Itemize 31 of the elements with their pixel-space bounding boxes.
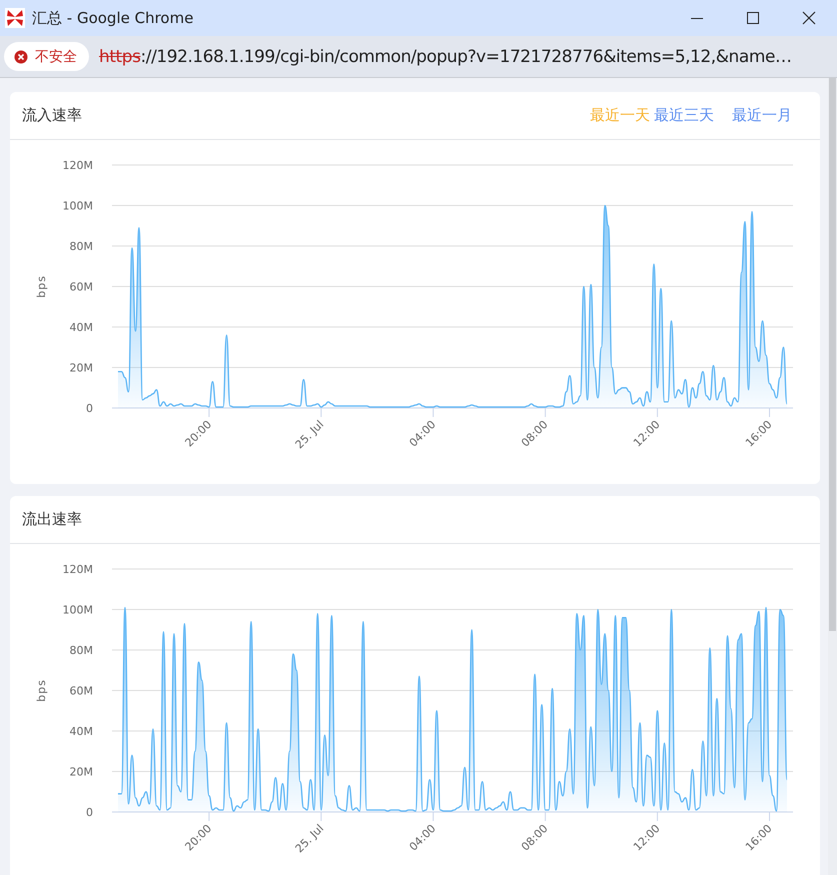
- axis-title: bps: [35, 275, 48, 298]
- range-tab[interactable]: 最近三天: [654, 106, 714, 125]
- axis-label: 0: [86, 806, 93, 819]
- url-text[interactable]: https://192.168.1.199/cgi-bin/common/popup?v=1721728776&items=5,12,&name…: [99, 46, 792, 66]
- warning-icon: [14, 50, 28, 64]
- axis-label: 25. Jul: [292, 418, 326, 452]
- axis-label: 25. Jul: [292, 822, 326, 856]
- close-icon: [802, 11, 816, 25]
- scrollbar[interactable]: [828, 78, 837, 875]
- axis-label: 60M: [70, 684, 93, 698]
- window-title: 汇总 - Google Chrome: [32, 8, 194, 28]
- axis-label: 0: [86, 402, 93, 415]
- card-title: 流出速率: [22, 510, 82, 529]
- axis-label: 80M: [70, 240, 93, 253]
- axis-label: 100M: [62, 604, 93, 616]
- axis-title: bps: [35, 679, 48, 702]
- axis-label: 40M: [70, 321, 93, 334]
- axis-label: 20M: [70, 766, 93, 778]
- security-indicator[interactable]: 不安全: [4, 42, 89, 71]
- axis-label: 60M: [70, 280, 93, 294]
- range-tab[interactable]: 最近一月: [732, 106, 792, 125]
- axis-label: 120M: [62, 563, 93, 576]
- axis-label: 20M: [70, 362, 93, 374]
- axis-label: 100M: [62, 200, 93, 212]
- axis-label: 80M: [70, 644, 93, 657]
- card-title: 流入速率: [22, 106, 82, 125]
- range-tab[interactable]: 最近一天: [590, 106, 650, 125]
- app-icon: [5, 8, 25, 28]
- maximize-icon: [746, 11, 760, 25]
- axis-label: 120M: [62, 159, 93, 172]
- axis-label: 40M: [70, 725, 93, 738]
